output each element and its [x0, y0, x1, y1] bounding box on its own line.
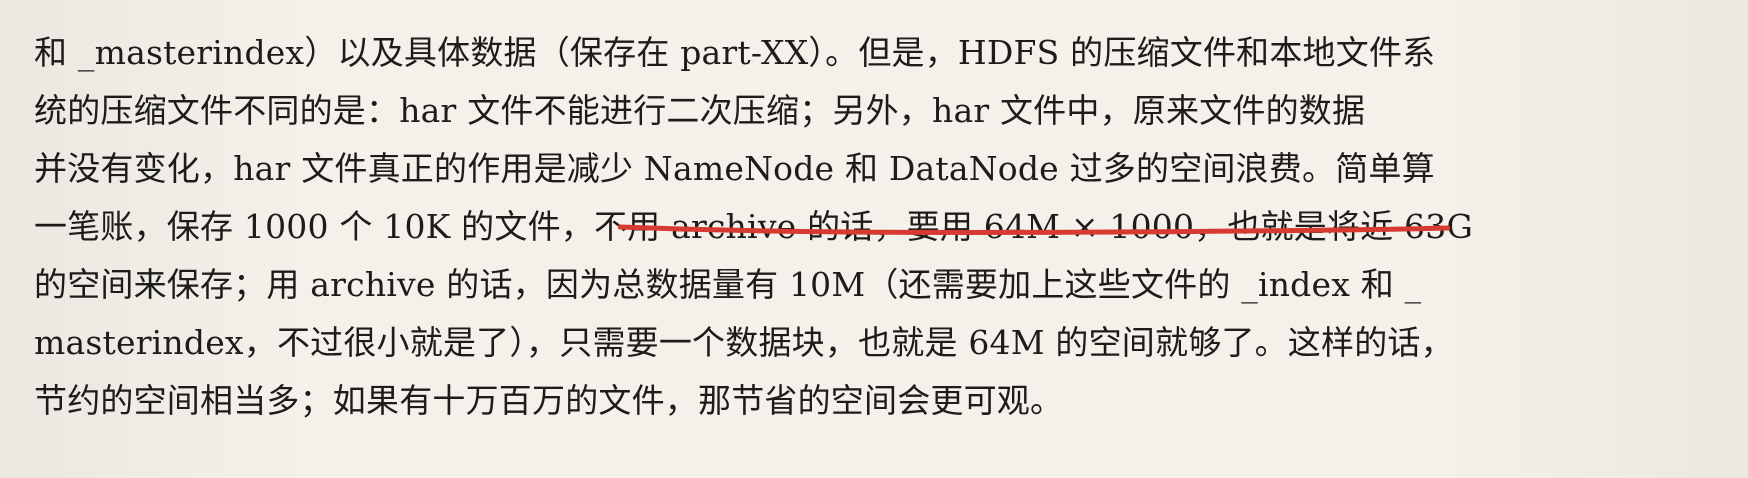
underlined-phrase: 用是减少 NameNode 和 DataNode 过多的空间浪费 — [500, 149, 1302, 188]
paragraph-line-6: masterindex，不过很小就是了），只需要一个数据块，也就是 64M 的空… — [34, 323, 1454, 362]
document-page: 和 _masterindex）以及具体数据（保存在 part-XX）。但是，HD… — [0, 0, 1748, 478]
paragraph-line-3-before: 并没有变化，har 文件真正的作 — [34, 149, 501, 188]
paragraph-line-4: 一笔账，保存 1000 个 10K 的文件，不用 archive 的话，要用 6… — [34, 207, 1474, 246]
paragraph-line-7: 节约的空间相当多；如果有十万百万的文件，那节省的空间会更可观。 — [34, 381, 1064, 420]
paragraph-line-1: 和 _masterindex）以及具体数据（保存在 part-XX）。但是，HD… — [34, 33, 1436, 72]
paragraph-line-5: 的空间来保存；用 archive 的话，因为总数据量有 10M（还需要加上这些文… — [34, 265, 1422, 304]
paragraph-line-3-after: 。简单算 — [1302, 149, 1435, 188]
cropped-top-line — [34, 0, 1724, 23]
paragraph-line-3: 并没有变化，har 文件真正的作用是减少 NameNode 和 DataNode… — [34, 140, 1724, 198]
paragraph-line-2: 统的压缩文件不同的是：har 文件不能进行二次压缩；另外，har 文件中，原来文… — [34, 91, 1366, 130]
